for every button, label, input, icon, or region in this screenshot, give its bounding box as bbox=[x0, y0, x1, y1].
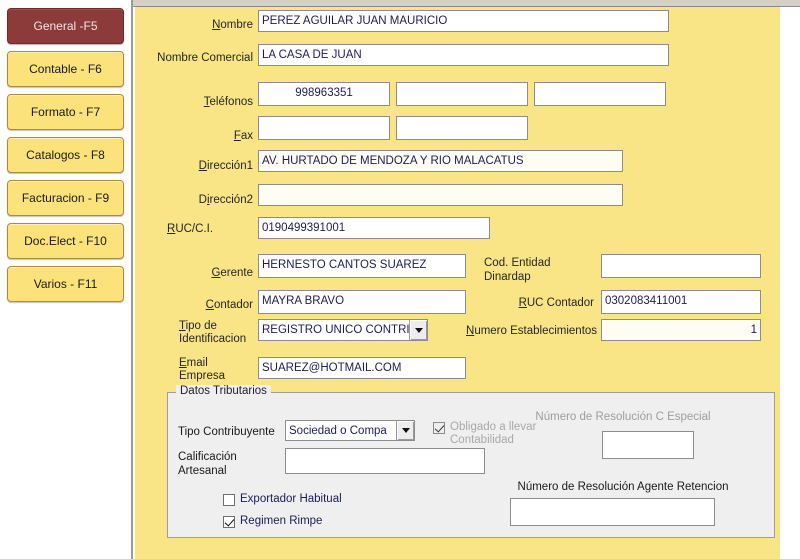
cod-entidad-dinardap-label-line2: Dinardap bbox=[484, 271, 531, 283]
chevron-down-icon[interactable] bbox=[409, 320, 427, 340]
fax-2-input[interactable] bbox=[396, 116, 528, 140]
regimen-rimpe-checkbox[interactable]: Regimen Rimpe bbox=[223, 515, 322, 528]
numero-resolucion-c-especial-label: Número de Resolución C Especial bbox=[535, 411, 711, 423]
calificacion-artesanal-label-line2: Artesanal bbox=[178, 465, 227, 477]
numero-establecimientos-input[interactable]: 1 bbox=[601, 319, 761, 341]
obligado-contabilidad-label-line2: Contabilidad bbox=[450, 434, 514, 446]
numero-resolucion-agente-retencion-label: Número de Resolución Agente Retencion bbox=[517, 481, 729, 493]
tipo-identificacion-select[interactable]: REGISTRO UNICO CONTRIBU bbox=[258, 319, 428, 341]
sidebar-item-catalogos[interactable]: Catalogos - F8 bbox=[7, 137, 124, 173]
general-tab-panel: Nombre PEREZ AGUILAR JUAN MAURICIO Nombr… bbox=[135, 7, 780, 559]
email-empresa-label-line1: Email bbox=[179, 357, 208, 369]
direccion2-label: Dirección2 bbox=[198, 194, 253, 206]
contador-label: Contador bbox=[205, 299, 253, 311]
nombre-comercial-input[interactable]: LA CASA DE JUAN bbox=[258, 44, 669, 66]
telefono-1-input[interactable]: 998963351 bbox=[258, 82, 390, 106]
fax-1-input[interactable] bbox=[258, 116, 390, 140]
calificacion-artesanal-input[interactable] bbox=[285, 448, 485, 474]
sidebar-item-doc-elect[interactable]: Doc.Elect - F10 bbox=[7, 223, 124, 259]
chevron-down-icon[interactable] bbox=[396, 421, 414, 440]
gerente-input[interactable]: HERNESTO CANTOS SUAREZ bbox=[258, 254, 466, 278]
company-settings-window: General -F5 Contable - F6 Formato - F7 C… bbox=[0, 0, 800, 559]
direccion2-input[interactable] bbox=[258, 184, 623, 206]
numero-resolucion-c-especial-input[interactable] bbox=[602, 431, 694, 459]
sidebar-item-label: Catalogos - F8 bbox=[26, 148, 105, 162]
sidebar-item-label: Contable - F6 bbox=[29, 62, 102, 76]
cod-entidad-dinardap-label-line1: Cod. Entidad bbox=[484, 257, 551, 269]
checkbox-icon[interactable] bbox=[223, 494, 235, 506]
ruc-label: RUC/C.I. bbox=[167, 223, 214, 235]
ruc-input[interactable]: 0190499391001 bbox=[258, 217, 490, 239]
nombre-comercial-label: Nombre Comercial bbox=[157, 52, 253, 64]
datos-tributarios-title: Datos Tributarios bbox=[176, 385, 271, 397]
sidebar-item-label: Formato - F7 bbox=[30, 105, 101, 119]
sidebar-item-facturacion[interactable]: Facturacion - F9 bbox=[7, 180, 124, 216]
telefono-2-input[interactable] bbox=[396, 82, 528, 106]
ruc-contador-input[interactable]: 0302083411001 bbox=[601, 290, 761, 314]
calificacion-artesanal-label-line1: Calificación bbox=[178, 451, 237, 463]
numero-resolucion-agente-retencion-input[interactable] bbox=[510, 498, 715, 526]
sidebar-item-formato[interactable]: Formato - F7 bbox=[7, 94, 124, 130]
tipo-contribuyente-label: Tipo Contribuyente bbox=[178, 426, 275, 438]
fax-label: Fax bbox=[233, 130, 253, 142]
exportador-habitual-label: Exportador Habitual bbox=[240, 493, 342, 505]
obligado-contabilidad-checkbox[interactable]: Obligado a llevar Contabilidad bbox=[433, 421, 536, 447]
checkbox-icon[interactable] bbox=[433, 422, 445, 434]
telefono-3-input[interactable] bbox=[534, 82, 666, 106]
sidebar-item-label: Facturacion - F9 bbox=[21, 191, 110, 205]
direccion1-input[interactable]: AV. HURTADO DE MENDOZA Y RIO MALACATUS bbox=[258, 150, 623, 172]
nombre-label: Nombre bbox=[212, 19, 253, 31]
tipo-identificacion-label-line1: Tipo de bbox=[179, 320, 217, 332]
tipo-contribuyente-value: Sociedad o Compa bbox=[289, 425, 387, 437]
ruc-contador-label: RUC Contador bbox=[518, 297, 594, 309]
sidebar-item-label: Doc.Elect - F10 bbox=[24, 234, 107, 248]
tipo-contribuyente-select[interactable]: Sociedad o Compa bbox=[285, 420, 415, 441]
telefonos-label: Teléfonos bbox=[203, 96, 253, 108]
contador-input[interactable]: MAYRA BRAVO bbox=[258, 290, 466, 314]
sidebar-item-contable[interactable]: Contable - F6 bbox=[7, 51, 124, 87]
checkbox-icon[interactable] bbox=[223, 516, 235, 528]
sidebar-item-varios[interactable]: Varios - F11 bbox=[7, 266, 124, 302]
tipo-identificacion-label-line2: Identificacion bbox=[179, 333, 247, 345]
nombre-input[interactable]: PEREZ AGUILAR JUAN MAURICIO bbox=[258, 10, 669, 32]
datos-tributarios-groupbox: Datos Tributarios Tipo Contribuyente Soc… bbox=[167, 385, 775, 538]
email-empresa-input[interactable]: SUAREZ@HOTMAIL.COM bbox=[258, 357, 466, 379]
tipo-identificacion-value: REGISTRO UNICO CONTRIBU bbox=[262, 324, 409, 336]
cod-entidad-dinardap-input[interactable] bbox=[601, 254, 761, 278]
direccion1-label: Dirección1 bbox=[198, 160, 253, 172]
numero-establecimientos-label: Numero Establecimientos bbox=[466, 325, 598, 337]
sidebar-item-general[interactable]: General -F5 bbox=[7, 8, 124, 44]
email-empresa-label-line2: Empresa bbox=[179, 370, 226, 382]
sidebar-item-label: General -F5 bbox=[33, 19, 98, 33]
sidebar-nav: General -F5 Contable - F6 Formato - F7 C… bbox=[0, 0, 133, 559]
gerente-label: Gerente bbox=[211, 267, 253, 279]
exportador-habitual-checkbox[interactable]: Exportador Habitual bbox=[223, 493, 342, 506]
sidebar-item-label: Varios - F11 bbox=[33, 277, 98, 291]
regimen-rimpe-label: Regimen Rimpe bbox=[240, 515, 323, 527]
